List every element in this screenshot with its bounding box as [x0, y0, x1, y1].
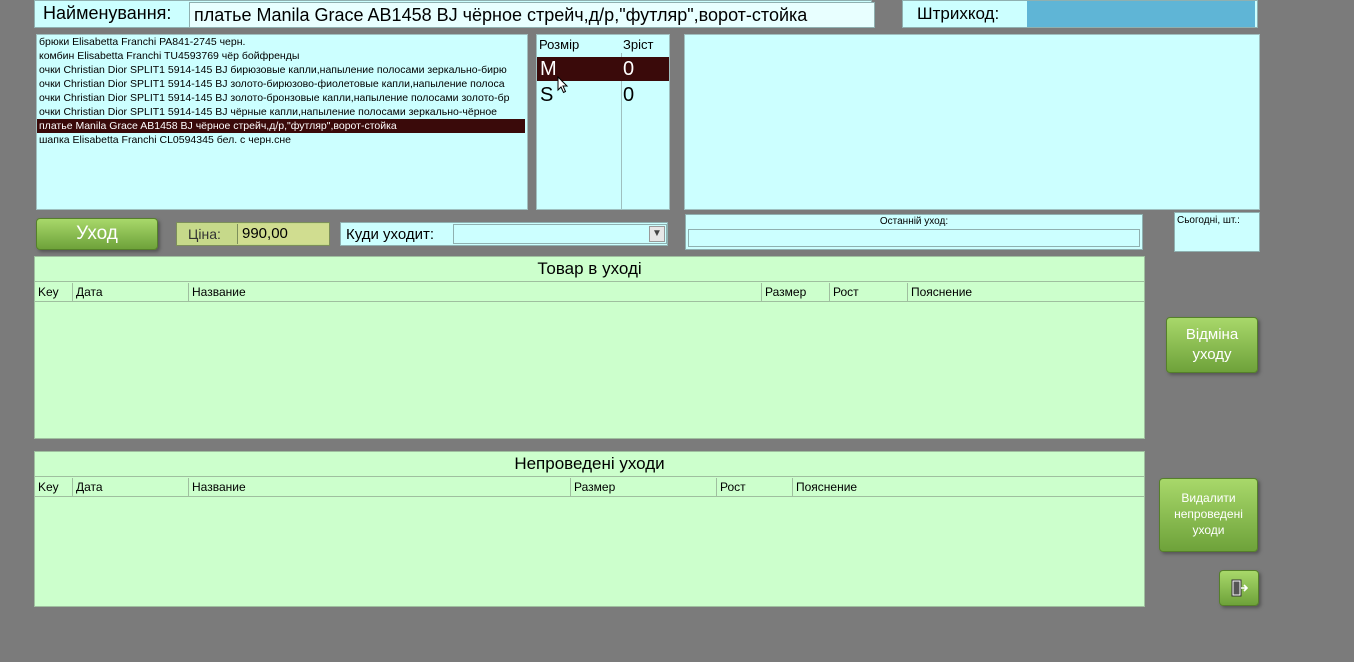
list-item[interactable]: комбин Elisabetta Franchi TU4593769 чёр … [37, 49, 527, 63]
column-header-date[interactable]: Дата [73, 283, 189, 301]
delete-pending-label-line2: непроведені [1174, 507, 1243, 521]
panel-title: Товар в уході [35, 257, 1144, 282]
size-column-header: Розмір [539, 37, 580, 52]
name-input[interactable]: платье Manila Grace AB1458 BJ чёрное стр… [189, 2, 875, 28]
column-header-name[interactable]: Название [189, 478, 571, 496]
today-count-group: Сьогодні, шт.: [1174, 212, 1260, 252]
mouse-cursor-icon [557, 76, 569, 94]
size-value: S [540, 84, 554, 106]
column-header-note[interactable]: Пояснение [908, 283, 1144, 301]
delete-pending-label-line3: уходи [1192, 523, 1225, 537]
exit-button[interactable] [1219, 570, 1259, 606]
column-header-height[interactable]: Рост [830, 283, 908, 301]
column-header-size[interactable]: Размер [762, 283, 830, 301]
column-header-height[interactable]: Рост [717, 478, 793, 496]
last-out-field [688, 229, 1140, 247]
delete-pending-button[interactable]: Видалити непроведені уходи [1159, 478, 1258, 552]
cancel-out-button[interactable]: Відміна уходу [1166, 317, 1258, 373]
barcode-input[interactable] [1027, 1, 1255, 27]
list-item[interactable]: очки Christian Dior SPLIT1 5914-145 BJ ч… [37, 105, 527, 119]
barcode-field-group: Штрихкод: [902, 0, 1258, 28]
header-divider [35, 301, 1144, 302]
last-out-label: Останній уход: [879, 216, 949, 227]
delete-pending-label-line1: Видалити [1181, 491, 1236, 505]
destination-select[interactable]: ▼ [453, 224, 667, 244]
barcode-label: Штрихкод: [917, 4, 1000, 23]
out-button[interactable]: Уход [36, 218, 158, 250]
height-column-header: Зріст [623, 37, 654, 52]
list-item-selected[interactable]: платье Manila Grace AB1458 BJ чёрное стр… [37, 119, 525, 133]
today-count-label: Сьогодні, шт.: [1177, 215, 1240, 226]
panel-title: Непроведені уходи [35, 452, 1144, 477]
list-item[interactable]: очки Christian Dior SPLIT1 5914-145 BJ з… [37, 77, 527, 91]
destination-field-group: Куди уходит: ▼ [340, 222, 668, 246]
exit-door-icon [1231, 579, 1249, 597]
column-header-key[interactable]: Key [35, 478, 73, 496]
name-field-group: Найменування: платье Manila Grace AB1458… [34, 0, 875, 28]
price-field-group: Ціна: 990,00 [176, 222, 330, 246]
column-header-date[interactable]: Дата [73, 478, 189, 496]
list-item[interactable]: очки Christian Dior SPLIT1 5914-145 BJ з… [37, 91, 527, 105]
price-label: Ціна: [188, 226, 221, 242]
last-out-group: Останній уход: [685, 214, 1143, 250]
column-header-name[interactable]: Название [189, 283, 762, 301]
cancel-out-label-line2: уходу [1192, 346, 1232, 363]
name-label: Найменування: [43, 3, 172, 23]
destination-label: Куди уходит: [346, 226, 435, 243]
chevron-down-icon[interactable]: ▼ [649, 226, 665, 242]
list-item[interactable]: очки Christian Dior SPLIT1 5914-145 BJ б… [37, 63, 527, 77]
column-header-size[interactable]: Размер [571, 478, 717, 496]
pending-out-panel: Непроведені уходи Key Дата Название Разм… [34, 451, 1145, 607]
size-value: M [540, 58, 557, 80]
column-header-key[interactable]: Key [35, 283, 73, 301]
header-divider [35, 496, 1144, 497]
list-item[interactable]: брюки Elisabetta Franchi PA841-2745 черн… [37, 35, 527, 49]
height-value: 0 [623, 58, 635, 80]
column-header-note[interactable]: Пояснение [793, 478, 1144, 496]
price-input[interactable]: 990,00 [237, 224, 329, 244]
cancel-out-label-line1: Відміна [1185, 326, 1239, 343]
notes-area[interactable] [684, 34, 1260, 210]
height-value: 0 [623, 84, 635, 106]
sizes-list[interactable]: Розмір Зріст M 0 S 0 [536, 34, 670, 210]
list-item[interactable]: шапка Elisabetta Franchi CL0594345 бел. … [37, 133, 527, 147]
product-list[interactable]: брюки Elisabetta Franchi PA841-2745 черн… [36, 34, 528, 210]
items-out-panel: Товар в уході Key Дата Название Размер Р… [34, 256, 1145, 439]
